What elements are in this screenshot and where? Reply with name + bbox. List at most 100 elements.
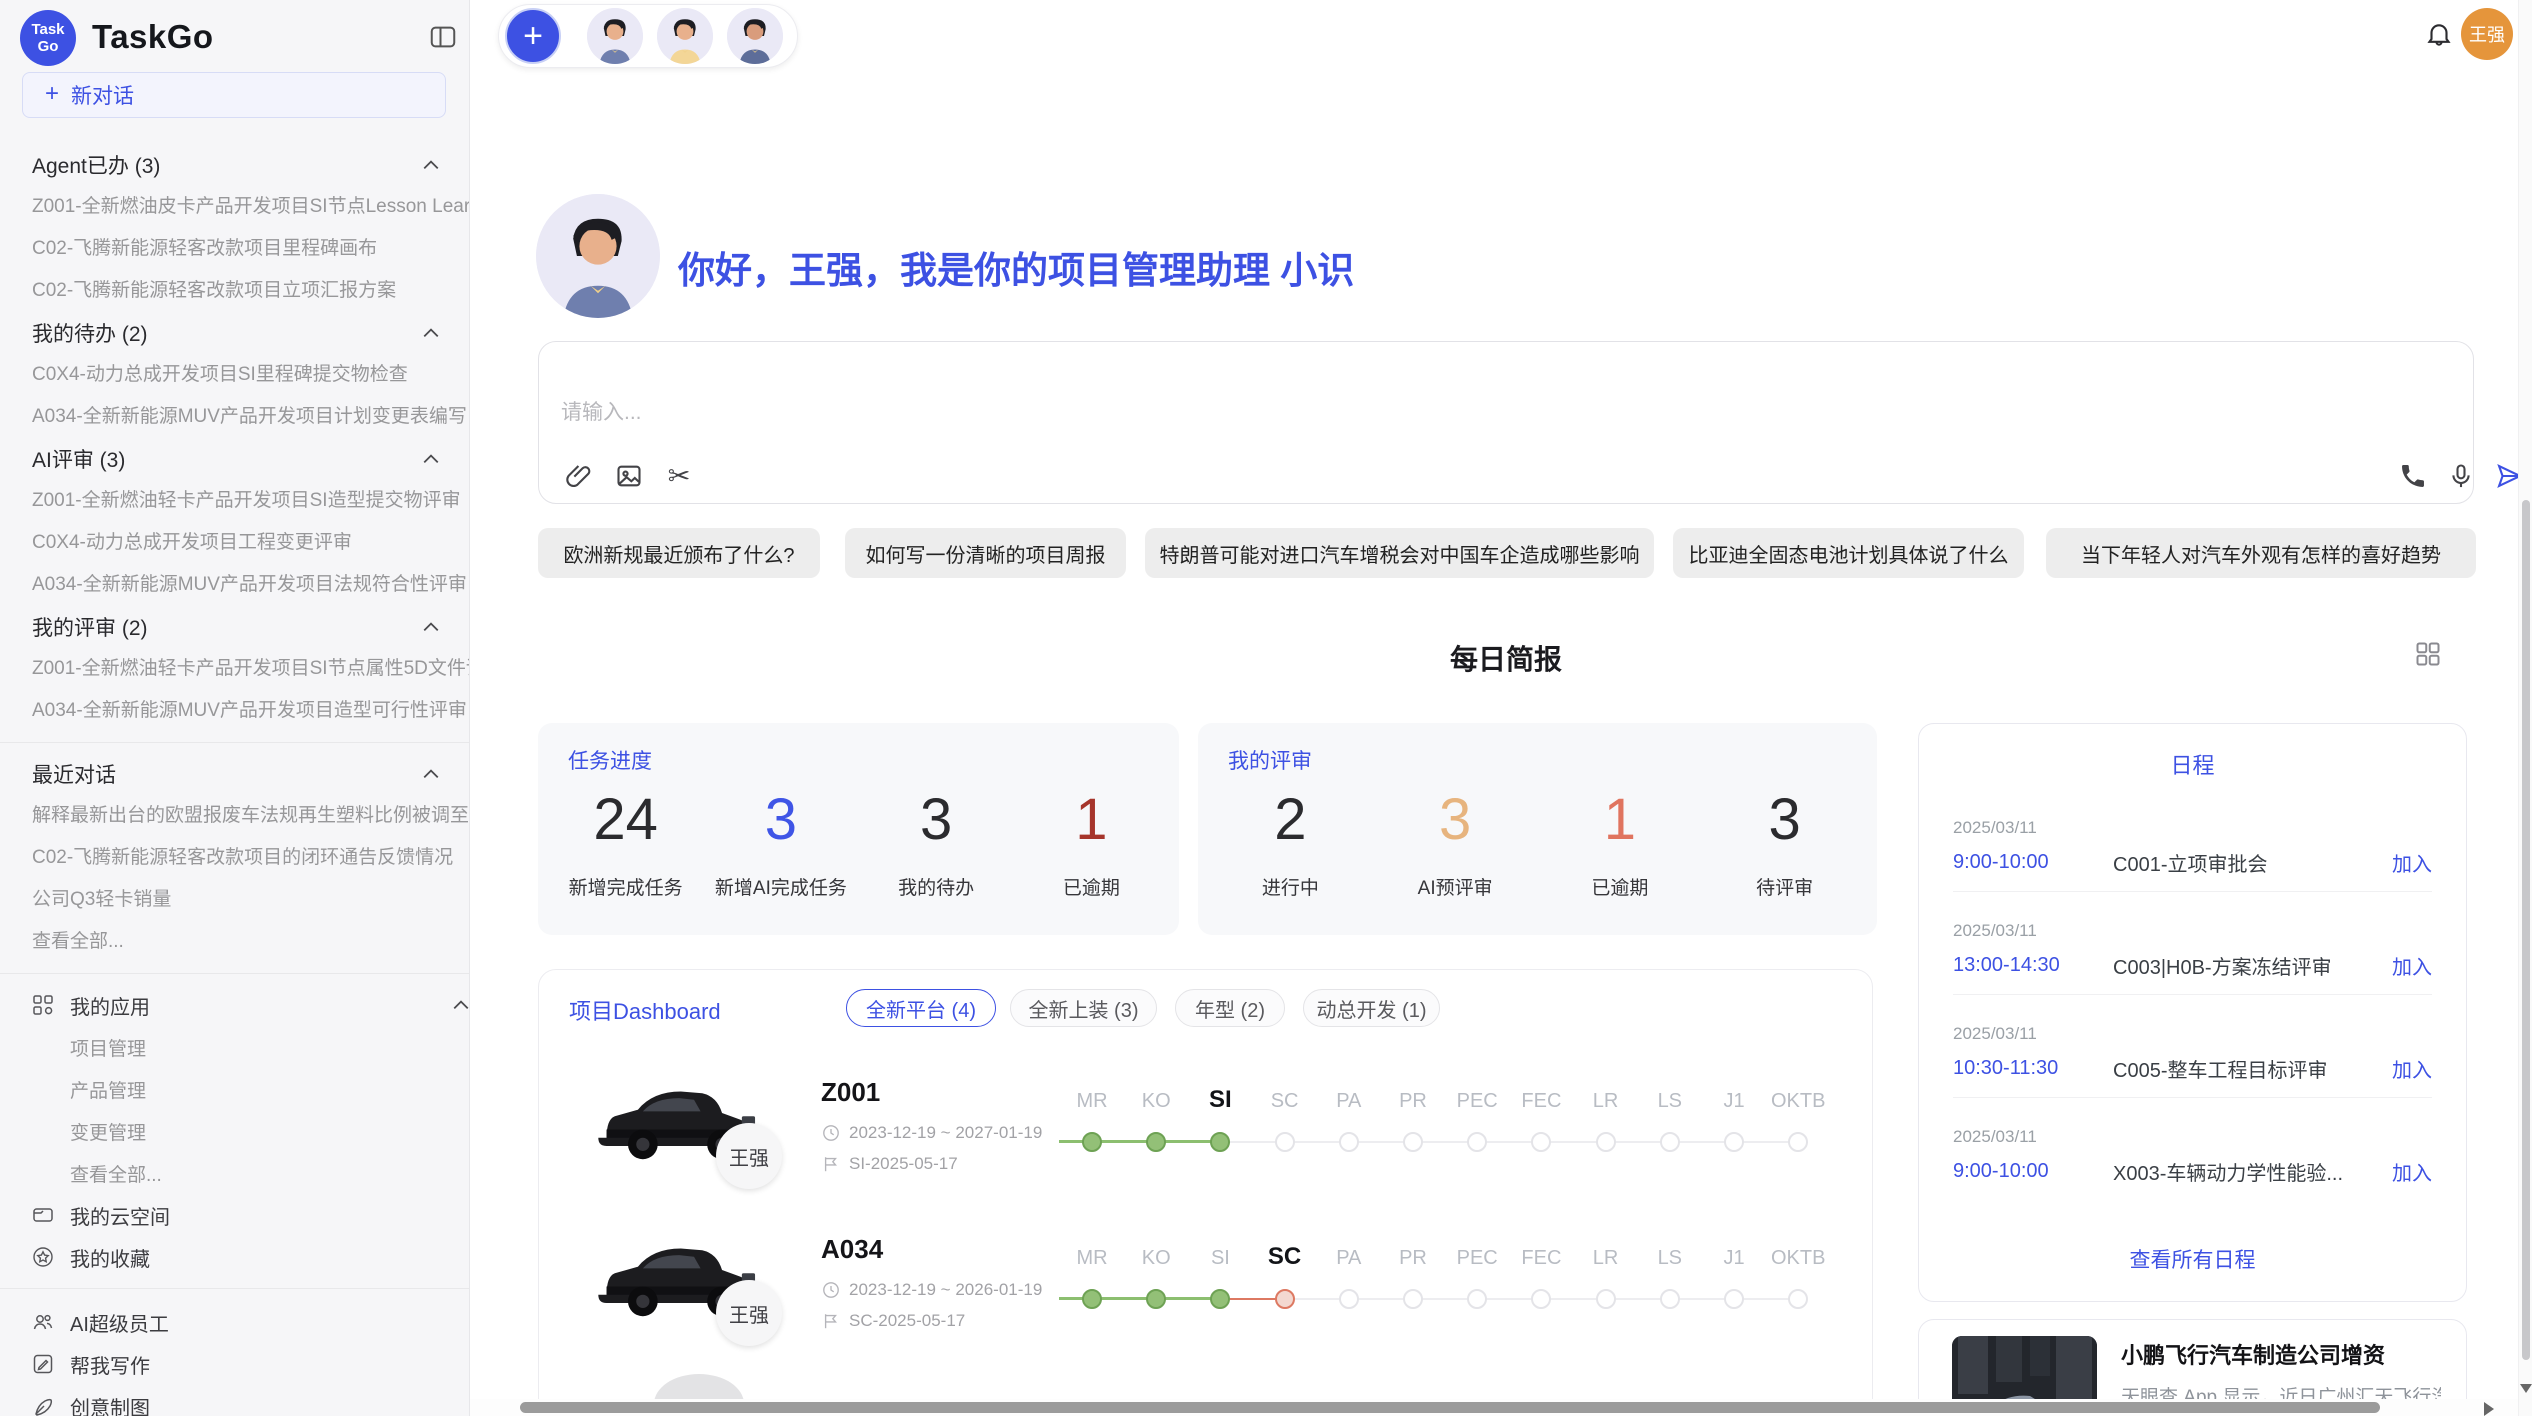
sidebar-item[interactable]: Z001-全新燃油轻卡产品开发项目SI节点属性5D文件评审 <box>0 648 470 690</box>
vertical-scrollbar-thumb[interactable] <box>2522 500 2530 1360</box>
project-row[interactable]: 王强A0342023-12-19 ~ 2026-01-19SC-2025-05-… <box>579 1216 1869 1376</box>
view-all-schedule-link[interactable]: 查看所有日程 <box>1919 1244 2466 1274</box>
creative-drawing-link[interactable]: 创意制图 <box>0 1385 470 1416</box>
chevron-up-icon <box>422 621 440 633</box>
milestone-dot[interactable] <box>1660 1132 1680 1152</box>
suggestion-chip[interactable]: 欧洲新规最近颁布了什么? <box>538 528 820 578</box>
sidebar-item[interactable]: Z001-全新燃油轻卡产品开发项目SI造型提交物评审 <box>0 480 470 522</box>
milestone-dot[interactable] <box>1339 1289 1359 1309</box>
sidebar-item[interactable]: A034-全新新能源MUV产品开发项目计划变更表编写 <box>0 396 470 438</box>
dashboard-tab[interactable]: 全新上装 (3) <box>1010 989 1157 1027</box>
my-cloud-space-link[interactable]: 我的云空间 <box>0 1194 470 1236</box>
milestone-dot[interactable] <box>1403 1289 1423 1309</box>
suggestion-chip[interactable]: 特朗普可能对进口汽车增税会对中国车企造成哪些影响 <box>1145 528 1654 578</box>
sidebar-section-header[interactable]: AI评审 (3) <box>0 438 470 480</box>
sidebar-section-header[interactable]: 我的评审 (2) <box>0 606 470 648</box>
scroll-down-arrow-icon[interactable] <box>2520 1384 2532 1393</box>
milestone-dot[interactable] <box>1210 1132 1230 1152</box>
recent-chat-item[interactable]: 解释最新出台的欧盟报废车法规再生塑料比例被调至15%... <box>0 795 470 837</box>
milestone-dot[interactable] <box>1275 1289 1295 1309</box>
milestone-dot[interactable] <box>1788 1289 1808 1309</box>
sidebar-item[interactable]: C0X4-动力总成开发项目工程变更评审 <box>0 522 470 564</box>
suggestion-chip[interactable]: 如何写一份清晰的项目周报 <box>845 528 1126 578</box>
milestone-dot[interactable] <box>1403 1132 1423 1152</box>
agent-avatar-1[interactable] <box>587 8 643 64</box>
voice-call-icon[interactable] <box>2399 462 2427 490</box>
sidebar-item[interactable]: A034-全新新能源MUV产品开发项目法规符合性评审 <box>0 564 470 606</box>
notification-bell-icon[interactable] <box>2424 19 2454 49</box>
milestone-dot[interactable] <box>1082 1132 1102 1152</box>
chat-input[interactable] <box>559 400 1759 426</box>
sidebar-section-header[interactable]: 我的待办 (2) <box>0 312 470 354</box>
project-row[interactable]: 王强Z0012023-12-19 ~ 2027-01-19SI-2025-05-… <box>579 1059 1869 1219</box>
milestone-dot[interactable] <box>1082 1289 1102 1309</box>
milestone-dot[interactable] <box>1339 1132 1359 1152</box>
ai-super-staff-link[interactable]: AI超级员工 <box>0 1301 470 1343</box>
suggestion-chip[interactable]: 比亚迪全固态电池计划具体说了什么 <box>1673 528 2024 578</box>
add-agent-button[interactable]: + <box>505 8 561 64</box>
dashboard-tab[interactable]: 年型 (2) <box>1175 989 1285 1027</box>
vertical-scrollbar[interactable] <box>2518 0 2532 1416</box>
recent-chats-header[interactable]: 最近对话 <box>0 753 470 795</box>
milestone-dot[interactable] <box>1660 1289 1680 1309</box>
sidebar-item[interactable]: C02-飞腾新能源轻客改款项目里程碑画布 <box>0 228 470 270</box>
attachment-icon[interactable] <box>565 462 593 490</box>
horizontal-scrollbar-thumb[interactable] <box>520 1402 2380 1413</box>
stat-value: 2 <box>1208 785 1373 855</box>
help-me-write-link[interactable]: 帮我写作 <box>0 1343 470 1385</box>
milestone-dot[interactable] <box>1467 1289 1487 1309</box>
milestone-dot[interactable] <box>1596 1289 1616 1309</box>
milestone-dot[interactable] <box>1467 1132 1487 1152</box>
apps-view-all-link[interactable]: 查看全部... <box>0 1152 470 1194</box>
agent-avatar-3[interactable] <box>727 8 783 64</box>
my-favorites-link[interactable]: 我的收藏 <box>0 1236 470 1278</box>
recent-view-all-link[interactable]: 查看全部... <box>0 921 470 963</box>
image-upload-icon[interactable] <box>615 462 643 490</box>
suggestion-chip[interactable]: 当下年轻人对汽车外观有怎样的喜好趋势 <box>2046 528 2476 578</box>
sidebar-item[interactable]: Z001-全新燃油皮卡产品开发项目SI节点Lesson Learn报告 <box>0 186 470 228</box>
sidebar-item[interactable]: C02-飞腾新能源轻客改款项目立项汇报方案 <box>0 270 470 312</box>
schedule-date: 2025/03/11 <box>1953 921 2432 941</box>
recent-chat-item[interactable]: 公司Q3轻卡销量 <box>0 879 470 921</box>
project-code: A034 <box>821 1234 883 1265</box>
milestone-dot[interactable] <box>1531 1132 1551 1152</box>
join-meeting-link[interactable]: 加入 <box>2392 951 2432 980</box>
user-avatar[interactable]: 王强 <box>2461 8 2513 60</box>
milestone-dot[interactable] <box>1275 1132 1295 1152</box>
milestone-dot[interactable] <box>1724 1289 1744 1309</box>
milestone-label: PA <box>1317 1247 1381 1270</box>
milestone-dot[interactable] <box>1724 1132 1744 1152</box>
dashboard-tab[interactable]: 动总开发 (1) <box>1303 989 1440 1027</box>
my-apps-header[interactable]: 我的应用 <box>0 984 470 1026</box>
horizontal-scrollbar[interactable] <box>470 1399 2518 1416</box>
section-title: 我的待办 (2) <box>32 318 148 348</box>
scroll-right-arrow-icon[interactable] <box>2484 1402 2494 1416</box>
stat-item: 1已逾期 <box>1538 785 1703 900</box>
briefing-layout-icon[interactable] <box>2414 640 2442 668</box>
sidebar-item[interactable]: A034-全新新能源MUV产品开发项目造型可行性评审 <box>0 690 470 732</box>
app-item[interactable]: 项目管理 <box>0 1026 470 1068</box>
join-meeting-link[interactable]: 加入 <box>2392 848 2432 877</box>
milestone-dot[interactable] <box>1146 1132 1166 1152</box>
new-chat-button[interactable]: + 新对话 <box>22 72 446 118</box>
scissors-icon[interactable]: ✂ <box>665 462 693 490</box>
milestone-label: PEC <box>1445 1247 1509 1270</box>
milestone-dot[interactable] <box>1531 1289 1551 1309</box>
sidebar-section-header[interactable]: Agent已办 (3) <box>0 144 470 186</box>
milestone-dot[interactable] <box>1788 1132 1808 1152</box>
milestone-dot[interactable] <box>1210 1289 1230 1309</box>
join-meeting-link[interactable]: 加入 <box>2392 1157 2432 1186</box>
sidebar-item[interactable]: C0X4-动力总成开发项目SI里程碑提交物检查 <box>0 354 470 396</box>
agent-avatar-2[interactable] <box>657 8 713 64</box>
app-item[interactable]: 变更管理 <box>0 1110 470 1152</box>
dashboard-tab[interactable]: 全新平台 (4) <box>846 989 996 1027</box>
user-avatar-name: 王强 <box>2469 21 2505 47</box>
join-meeting-link[interactable]: 加入 <box>2392 1054 2432 1083</box>
sidebar-collapse-icon[interactable] <box>428 22 458 52</box>
app-item[interactable]: 产品管理 <box>0 1068 470 1110</box>
recent-chat-item[interactable]: C02-飞腾新能源轻客改款项目的闭环通告反馈情况 <box>0 837 470 879</box>
microphone-icon[interactable] <box>2447 462 2475 490</box>
milestone-dot[interactable] <box>1146 1289 1166 1309</box>
milestone-dot[interactable] <box>1596 1132 1616 1152</box>
milestone-label: J1 <box>1702 1247 1766 1270</box>
